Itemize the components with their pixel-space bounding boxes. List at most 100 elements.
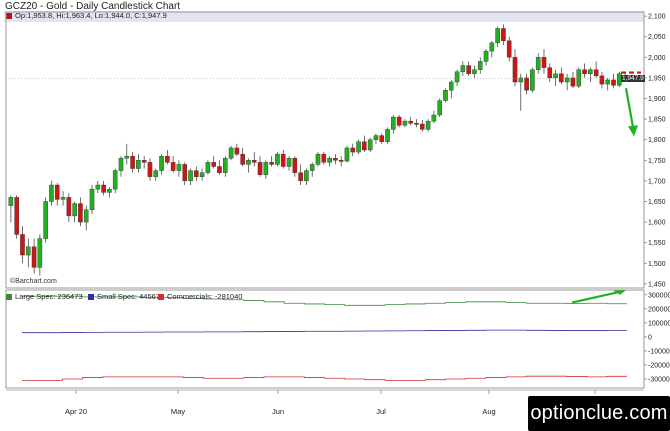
legend-small-spec: Small Spec: 44567	[88, 292, 160, 301]
x-tick-label: Jun	[272, 407, 284, 416]
candle-body	[466, 65, 471, 74]
candle-body	[280, 153, 286, 167]
x-tick-label: Aug	[482, 407, 495, 416]
candle-body	[501, 28, 506, 42]
legend-large-spec: Large Spec: 236473	[6, 292, 83, 301]
candle	[564, 73, 570, 91]
price-tick-label: 1,650	[648, 199, 666, 206]
down-arrow-head	[628, 125, 638, 137]
candle	[518, 73, 524, 111]
candle	[593, 61, 599, 78]
price-tick-label: 1,700	[648, 178, 666, 185]
legend-swatch-commercials	[158, 294, 164, 300]
price-tick-label: 1,450	[648, 281, 666, 288]
candle-body	[425, 120, 431, 130]
candle	[211, 156, 216, 169]
legend-swatch-small	[88, 294, 94, 300]
candle	[611, 73, 616, 89]
candle-body	[559, 73, 564, 83]
candle	[333, 154, 338, 165]
candle	[20, 226, 25, 264]
candle-body	[8, 197, 14, 206]
candle-body	[431, 114, 437, 122]
candle	[147, 158, 153, 181]
candle	[31, 238, 37, 274]
candle	[280, 150, 286, 169]
candle-body	[78, 203, 83, 223]
candle-body	[454, 71, 460, 83]
candle-body	[25, 246, 31, 256]
candle	[437, 98, 442, 118]
price-tick-label: 1,950	[648, 75, 666, 82]
candle	[112, 168, 118, 194]
candle-body	[506, 40, 512, 58]
candle-body	[205, 162, 211, 173]
candle-body	[541, 57, 547, 68]
candle	[454, 69, 460, 87]
price-tick-label: 2,100	[648, 14, 666, 21]
cot-tick-label: 200000	[648, 306, 670, 313]
candle	[89, 185, 95, 214]
candle	[582, 63, 587, 78]
candle	[391, 114, 396, 134]
candle-body	[194, 170, 199, 177]
candle	[43, 197, 48, 243]
candle-body	[420, 123, 425, 130]
cot-series-line	[22, 329, 627, 334]
candle-body	[263, 162, 269, 175]
chart-canvas: 2,100 2,050 2,000 1,950 1,900 1,850 1,800 1,750…	[5, 11, 670, 416]
candle-body	[95, 184, 101, 190]
candle	[367, 137, 373, 153]
candle	[477, 57, 483, 74]
candle-body	[240, 153, 245, 165]
candle	[431, 110, 437, 124]
candle	[14, 195, 19, 239]
candle	[188, 168, 193, 186]
candle	[107, 187, 112, 198]
candle	[275, 152, 280, 167]
candle	[408, 117, 413, 126]
candle-body	[165, 155, 170, 163]
price-panel-frame	[5, 11, 645, 289]
candle	[251, 152, 257, 167]
candle-body	[495, 28, 500, 44]
candle	[194, 166, 199, 181]
candle-body	[443, 90, 448, 101]
candle-body	[315, 153, 321, 165]
candle	[506, 36, 512, 62]
candle-body	[588, 69, 593, 74]
legend-label-commercials: Commercials: -281040	[167, 292, 243, 301]
candle	[257, 156, 263, 177]
candle	[153, 168, 159, 181]
candle-body	[379, 135, 385, 142]
x-tick-label: May	[171, 407, 185, 416]
candle	[547, 63, 553, 83]
candle	[489, 40, 495, 58]
price-tick-label: 1,750	[648, 158, 666, 165]
cot-tick-label: -200000	[648, 362, 670, 369]
candle-body	[89, 188, 95, 210]
candle	[25, 238, 31, 268]
candle	[286, 156, 292, 171]
candle-body	[344, 147, 350, 162]
cot-series-line	[22, 375, 627, 381]
candle-body	[49, 184, 54, 202]
candle-body	[182, 164, 188, 182]
candle-body	[170, 162, 176, 171]
candle-body	[385, 129, 390, 142]
candle-body	[396, 116, 402, 126]
candle-body	[199, 172, 205, 177]
candle-body	[524, 77, 529, 91]
candle-body	[599, 75, 605, 85]
candle-body	[460, 65, 466, 72]
candle	[118, 156, 124, 177]
candle-body	[269, 162, 274, 165]
candle-body	[60, 197, 66, 200]
candle	[321, 152, 327, 165]
candle-body	[611, 79, 616, 86]
candle	[530, 67, 535, 93]
cot-tick-label: 0	[648, 334, 652, 341]
legend-commercials: Commercials: -281040	[158, 292, 242, 301]
candle	[298, 164, 303, 186]
candle-body	[107, 188, 112, 193]
